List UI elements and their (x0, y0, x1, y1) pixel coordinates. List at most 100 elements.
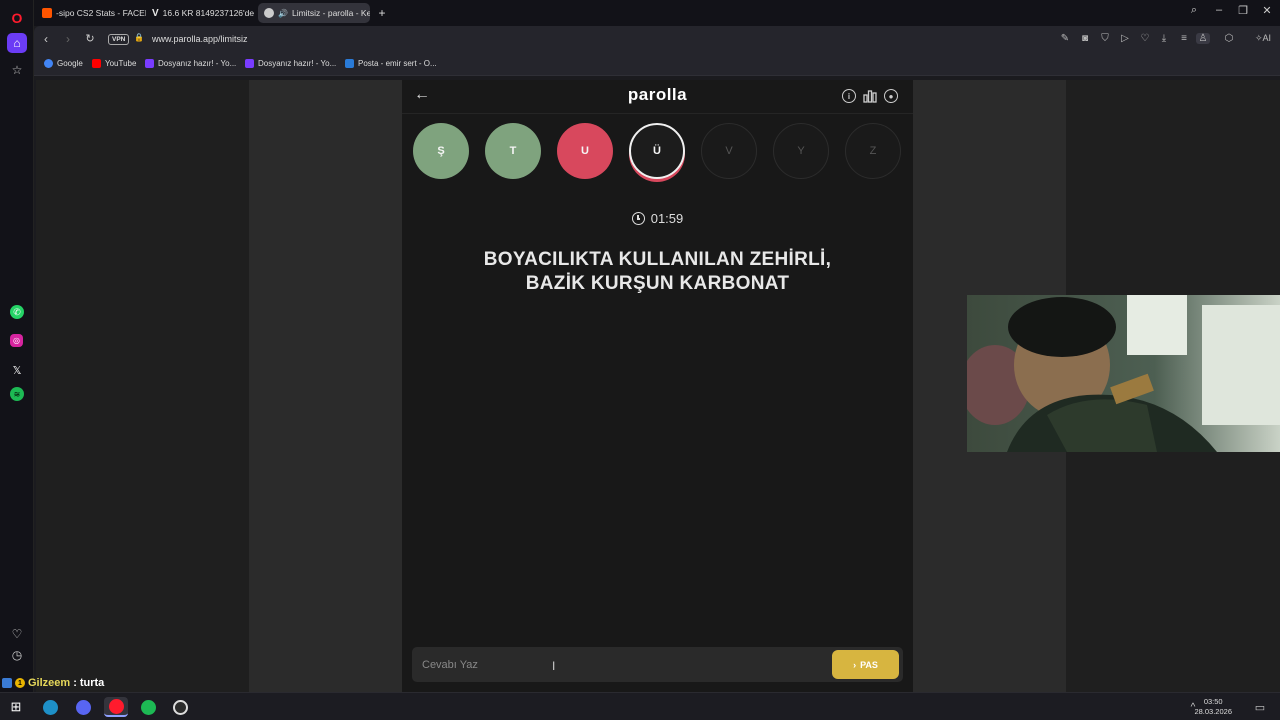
webcam-overlay (967, 295, 1280, 452)
clock-time: 03:50 (1203, 697, 1223, 706)
ai-icon: ✧ (1254, 33, 1263, 43)
bookmark-youtube[interactable]: YouTube (92, 59, 136, 68)
faceit-icon (42, 8, 52, 18)
bookmark-label: Dosyanız hazır! - Yo... (258, 59, 337, 68)
letter-wheel: Ş T U Ü V Y Z (402, 123, 913, 183)
minimize-button[interactable]: – (1211, 4, 1227, 16)
game-panel: ← parolla i ● Ş T U Ü V Y Z 01:59 BOYACI… (402, 80, 913, 692)
tab-title: 16.6 KR 8149237126'de Fı (162, 8, 256, 18)
menu-icon[interactable]: ≡ (1177, 33, 1191, 44)
back-button[interactable]: ‹ (38, 32, 54, 46)
bookmark-label: Posta - emir sert - O... (358, 59, 437, 68)
letter-circle-current: Ü (629, 123, 685, 179)
profile-icon[interactable]: ♙ (1196, 33, 1210, 44)
subscriber-badge-icon: 1 (15, 678, 25, 688)
restore-button[interactable]: ❐ (1235, 4, 1251, 17)
question-line-2: BAZİK KURŞUN KARBONAT (525, 273, 790, 294)
vpn-badge[interactable]: VPN (108, 34, 130, 45)
home-icon[interactable]: ⌂ (7, 33, 27, 53)
file-icon (145, 59, 154, 68)
letter-circle: T (485, 123, 541, 179)
tab-valorant[interactable]: V 16.6 KR 8149237126'de Fı (146, 3, 256, 23)
tab-faceit[interactable]: -sipo CS2 Stats - FACEIT.c (36, 3, 146, 23)
discord-icon[interactable] (71, 697, 95, 717)
forward-button[interactable]: › (60, 32, 76, 46)
reload-button[interactable]: ↻ (82, 32, 98, 45)
taskbar: ⊞ ^ 03:50 28.03.2026 ▭ (0, 692, 1280, 720)
extensions-icon[interactable]: ⬡ (1222, 33, 1236, 44)
answer-bar: I › PAS (412, 647, 903, 682)
notification-icon[interactable]: ▭ (1248, 697, 1272, 717)
question-line-1: BOYACILIKTA KULLANILAN ZEHİRLİ, (483, 249, 832, 270)
chevron-right-icon: › (853, 659, 857, 670)
question-text: BOYACILIKTA KULLANILAN ZEHİRLİ, BAZİK KU… (432, 248, 883, 296)
bookmark-google[interactable]: Google (44, 59, 83, 68)
chat-username: Gilzeem (28, 677, 71, 689)
opera-logo-icon[interactable]: O (7, 8, 27, 28)
browser-sidebar: O ⌂ ☆ ✆ ◎ 𝕏 ≋ ♡ ◷ (0, 0, 34, 692)
edit-icon[interactable]: ✎ (1058, 33, 1072, 44)
camera-icon[interactable]: ◙ (1078, 33, 1092, 44)
search-tabs-icon[interactable]: ⌕ (1186, 4, 1202, 17)
user-icon[interactable]: ● (884, 89, 898, 103)
google-icon (44, 59, 53, 68)
url-field[interactable]: www.parolla.app/limitsiz (152, 34, 248, 44)
letter-circle: Z (845, 123, 901, 179)
letter-circle: V (701, 123, 757, 179)
system-clock[interactable]: 03:50 28.03.2026 (1194, 697, 1232, 717)
clock-icon (631, 212, 645, 225)
opera-taskbar-icon[interactable] (104, 697, 128, 717)
ai-label: AI (1262, 33, 1272, 43)
heart-outline-icon[interactable]: ♡ (1138, 33, 1152, 44)
bookmark-dosyaniz-1[interactable]: Dosyanız hazır! - Yo... (145, 59, 236, 68)
obs-icon[interactable] (168, 697, 192, 717)
tab-parolla[interactable]: 🔊 Limitsiz - parolla - Ke (258, 3, 370, 23)
parolla-favicon-icon (264, 8, 274, 18)
heart-icon[interactable]: ♡ (7, 624, 27, 644)
bookmark-label: Google (57, 59, 83, 68)
info-icon[interactable]: i (842, 89, 856, 103)
bookmarks-bar: Google YouTube Dosyanız hazır! - Yo... D… (34, 54, 1280, 76)
speaker-icon: 🔊 (278, 8, 288, 18)
chat-text: turta (79, 677, 105, 689)
instagram-icon[interactable]: ◎ (10, 334, 23, 347)
answer-input[interactable] (412, 647, 822, 682)
stats-icon[interactable] (863, 89, 877, 103)
timer-value: 01:59 (650, 211, 684, 226)
windows-start-icon[interactable]: ⊞ (4, 697, 28, 717)
chat-message: 1 Gilzeem : turta (2, 676, 104, 690)
x-twitter-icon[interactable]: 𝕏 (7, 360, 27, 380)
edge-icon[interactable] (38, 697, 62, 717)
close-window-button[interactable]: ✕ (1259, 4, 1275, 17)
tab-title: Limitsiz - parolla - Ke (291, 8, 370, 18)
ai-button[interactable]: ✧AI (1252, 33, 1274, 44)
spotify-taskbar-icon[interactable] (136, 697, 160, 717)
left-margin (36, 80, 249, 692)
lock-icon[interactable]: 🔒 (132, 33, 146, 42)
play-icon[interactable]: ▷ (1118, 33, 1132, 44)
spotify-icon[interactable]: ≋ (10, 387, 24, 401)
address-bar: ‹ › ↻ VPN 🔒 www.parolla.app/limitsiz ✎ ◙… (34, 26, 1280, 54)
history-icon[interactable]: ◷ (7, 645, 27, 665)
shield-icon[interactable]: ⛉ (1098, 33, 1112, 44)
download-icon[interactable]: ⤓ (1157, 33, 1171, 44)
whatsapp-icon[interactable]: ✆ (10, 305, 24, 319)
tab-title: -sipo CS2 Stats - FACEIT.c (56, 8, 146, 18)
star-icon[interactable]: ☆ (7, 60, 27, 80)
clock-date: 28.03.2026 (1194, 707, 1232, 716)
pass-button[interactable]: › PAS (832, 650, 899, 679)
bookmark-label: YouTube (105, 59, 137, 68)
bookmark-posta[interactable]: Posta - emir sert - O... (345, 59, 437, 68)
file-icon (245, 59, 254, 68)
new-tab-button[interactable]: + (372, 3, 392, 23)
tab-strip: -sipo CS2 Stats - FACEIT.c V 16.6 KR 814… (34, 0, 1280, 26)
left-gutter (249, 80, 402, 692)
bookmark-dosyaniz-2[interactable]: Dosyanız hazır! - Yo... (245, 59, 336, 68)
mail-icon (345, 59, 354, 68)
letter-circle: Y (773, 123, 829, 179)
game-header: ← parolla i ● (402, 80, 913, 114)
letter-circle: U (557, 123, 613, 179)
bookmark-label: Dosyanız hazır! - Yo... (158, 59, 237, 68)
youtube-icon (92, 59, 101, 68)
pass-label: PAS (860, 659, 878, 670)
